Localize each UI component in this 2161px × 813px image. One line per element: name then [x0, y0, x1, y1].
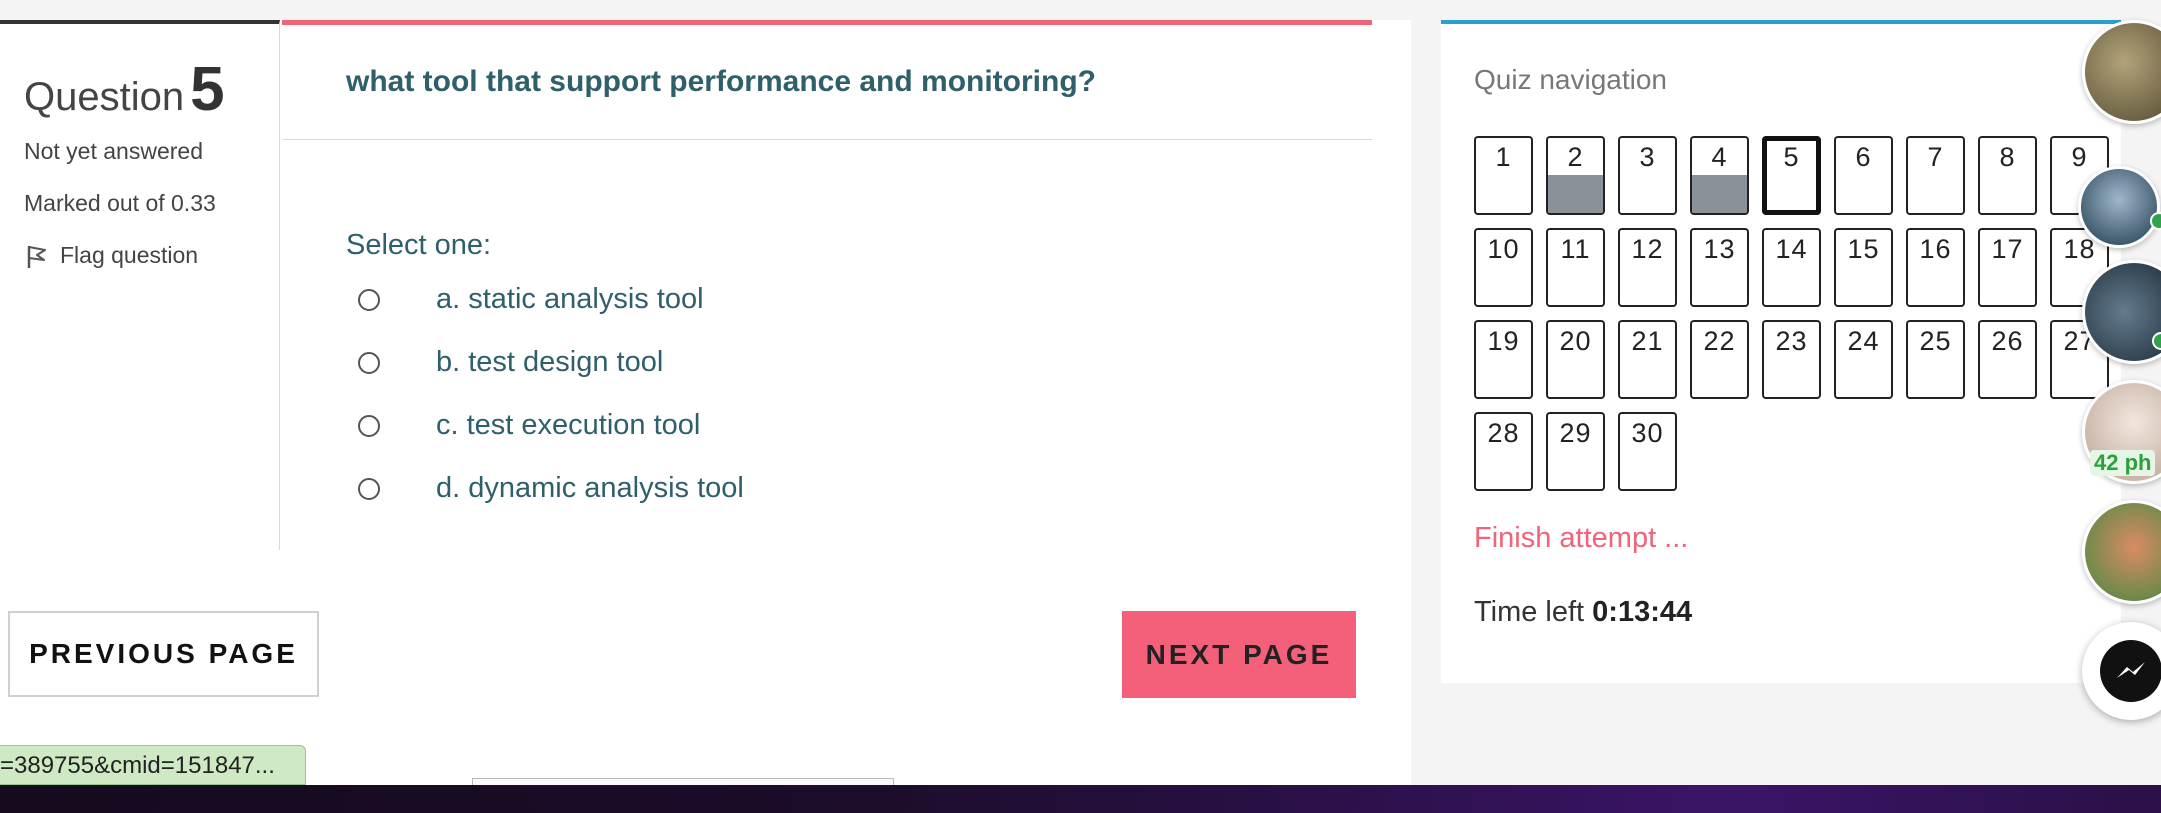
quiz-nav-button-5[interactable]: 5 [1762, 136, 1821, 215]
quiz-nav-number: 9 [2071, 142, 2088, 172]
quiz-nav-button-21[interactable]: 21 [1618, 320, 1677, 399]
quiz-nav-number: 26 [1991, 326, 2024, 356]
quiz-nav-button-22[interactable]: 22 [1690, 320, 1749, 399]
quiz-nav-number: 19 [1487, 326, 1520, 356]
radio-icon[interactable] [358, 414, 380, 437]
question-mark: Marked out of 0.33 [24, 190, 216, 216]
answer-option-d[interactable]: d. dynamic analysis tool [358, 472, 744, 505]
quiz-nav-number: 25 [1919, 326, 1952, 356]
status-bar-url: =389755&cmid=151847... [0, 745, 306, 785]
finish-attempt-link[interactable]: Finish attempt ... [1474, 522, 1688, 555]
quiz-nav-number: 14 [1775, 234, 1808, 264]
quiz-nav-number: 30 [1631, 418, 1664, 448]
quiz-nav-number: 1 [1495, 142, 1512, 172]
quiz-nav-number: 24 [1847, 326, 1880, 356]
answer-option-label: d. dynamic analysis tool [436, 472, 744, 504]
question-text: what tool that support performance and m… [346, 65, 1096, 98]
flag-icon [27, 245, 46, 268]
quiz-nav-button-24[interactable]: 24 [1834, 320, 1893, 399]
quiz-nav-button-10[interactable]: 10 [1474, 228, 1533, 307]
quiz-nav-button-2[interactable]: 2 [1546, 136, 1605, 215]
question-content: what tool that support performance and m… [282, 20, 1372, 550]
answer-option-b[interactable]: b. test design tool [358, 346, 663, 379]
quiz-nav-number: 7 [1927, 142, 1944, 172]
time-left-value: 0:13:44 [1592, 596, 1693, 628]
quiz-nav-number: 22 [1703, 326, 1736, 356]
quiz-nav-button-3[interactable]: 3 [1618, 136, 1677, 215]
online-status-dot [2150, 212, 2161, 230]
quiz-navigation-block: Quiz navigation 1 2 3 4 5 6 7 8 9 10 11 12 13 14 15 16 1… [1441, 20, 2121, 683]
answered-indicator [1692, 175, 1747, 213]
quiz-nav-number: 10 [1487, 234, 1520, 264]
question-number: 5 [190, 55, 225, 124]
time-left: Time left 0:13:44 [1474, 596, 1692, 629]
quiz-nav-number: 6 [1855, 142, 1872, 172]
quiz-nav-button-7[interactable]: 7 [1906, 136, 1965, 215]
next-page-button[interactable]: NEXT PAGE [1122, 611, 1356, 698]
time-left-label: Time left [1474, 596, 1585, 628]
quiz-nav-button-6[interactable]: 6 [1834, 136, 1893, 215]
quiz-nav-number: 21 [1631, 326, 1664, 356]
quiz-nav-button-29[interactable]: 29 [1546, 412, 1605, 491]
select-one-prompt: Select one: [346, 229, 492, 261]
quiz-nav-button-16[interactable]: 16 [1906, 228, 1965, 307]
quiz-nav-button-1[interactable]: 1 [1474, 136, 1533, 215]
quiz-nav-number: 28 [1487, 418, 1520, 448]
question-heading: Question5 [24, 54, 225, 125]
quiz-nav-button-15[interactable]: 15 [1834, 228, 1893, 307]
answer-option-label: b. test design tool [436, 346, 664, 378]
answer-option-a[interactable]: a. static analysis tool [358, 283, 704, 316]
quiz-nav-number: 16 [1919, 234, 1952, 264]
quiz-nav-button-4[interactable]: 4 [1690, 136, 1749, 215]
quiz-nav-number: 29 [1559, 418, 1592, 448]
radio-icon[interactable] [358, 288, 380, 311]
quiz-nav-number: 23 [1775, 326, 1808, 356]
active-minutes-badge: 42 ph [2090, 450, 2156, 476]
question-label: Question [24, 75, 185, 119]
quiz-nav-button-13[interactable]: 13 [1690, 228, 1749, 307]
chat-head-avatar[interactable] [2078, 166, 2160, 248]
quiz-nav-number: 11 [1560, 234, 1591, 264]
quiz-nav-number: 12 [1631, 234, 1664, 264]
quiz-nav-number: 2 [1567, 142, 1584, 172]
quiz-nav-number: 13 [1703, 234, 1736, 264]
previous-page-button[interactable]: PREVIOUS PAGE [8, 611, 319, 697]
desktop-taskbar [0, 785, 2161, 813]
quiz-nav-number: 5 [1783, 142, 1800, 172]
question-divider [282, 139, 1372, 140]
quiz-nav-button-23[interactable]: 23 [1762, 320, 1821, 399]
radio-icon[interactable] [358, 477, 380, 500]
quiz-nav-button-25[interactable]: 25 [1906, 320, 1965, 399]
quiz-nav-button-12[interactable]: 12 [1618, 228, 1677, 307]
quiz-navigation-title: Quiz navigation [1474, 64, 1668, 95]
quiz-nav-number: 3 [1639, 142, 1656, 172]
quiz-nav-number: 4 [1711, 142, 1728, 172]
answered-indicator [1548, 175, 1603, 213]
quiz-nav-button-30[interactable]: 30 [1618, 412, 1677, 491]
question-state: Not yet answered [24, 138, 203, 164]
quiz-nav-button-20[interactable]: 20 [1546, 320, 1605, 399]
quiz-nav-number: 20 [1559, 326, 1592, 356]
quiz-nav-button-14[interactable]: 14 [1762, 228, 1821, 307]
answer-option-label: a. static analysis tool [436, 283, 704, 315]
answer-option-c[interactable]: c. test execution tool [358, 409, 700, 442]
quiz-nav-button-8[interactable]: 8 [1978, 136, 2037, 215]
quiz-nav-button-19[interactable]: 19 [1474, 320, 1533, 399]
quiz-nav-number: 8 [1999, 142, 2016, 172]
radio-icon[interactable] [358, 351, 380, 374]
flag-question-button[interactable]: Flag question [24, 242, 198, 269]
quiz-nav-button-26[interactable]: 26 [1978, 320, 2037, 399]
flag-question-label: Flag question [60, 242, 199, 268]
quiz-nav-number: 15 [1847, 234, 1880, 264]
quiz-nav-number: 17 [1991, 234, 2024, 264]
quiz-nav-button-11[interactable]: 11 [1546, 228, 1605, 307]
quiz-nav-button-17[interactable]: 17 [1978, 228, 2037, 307]
quiz-nav-button-28[interactable]: 28 [1474, 412, 1533, 491]
question-info-panel: Question5 Not yet answered Marked out of… [0, 20, 280, 550]
messenger-icon [2117, 662, 2145, 678]
answer-option-label: c. test execution tool [436, 409, 701, 441]
